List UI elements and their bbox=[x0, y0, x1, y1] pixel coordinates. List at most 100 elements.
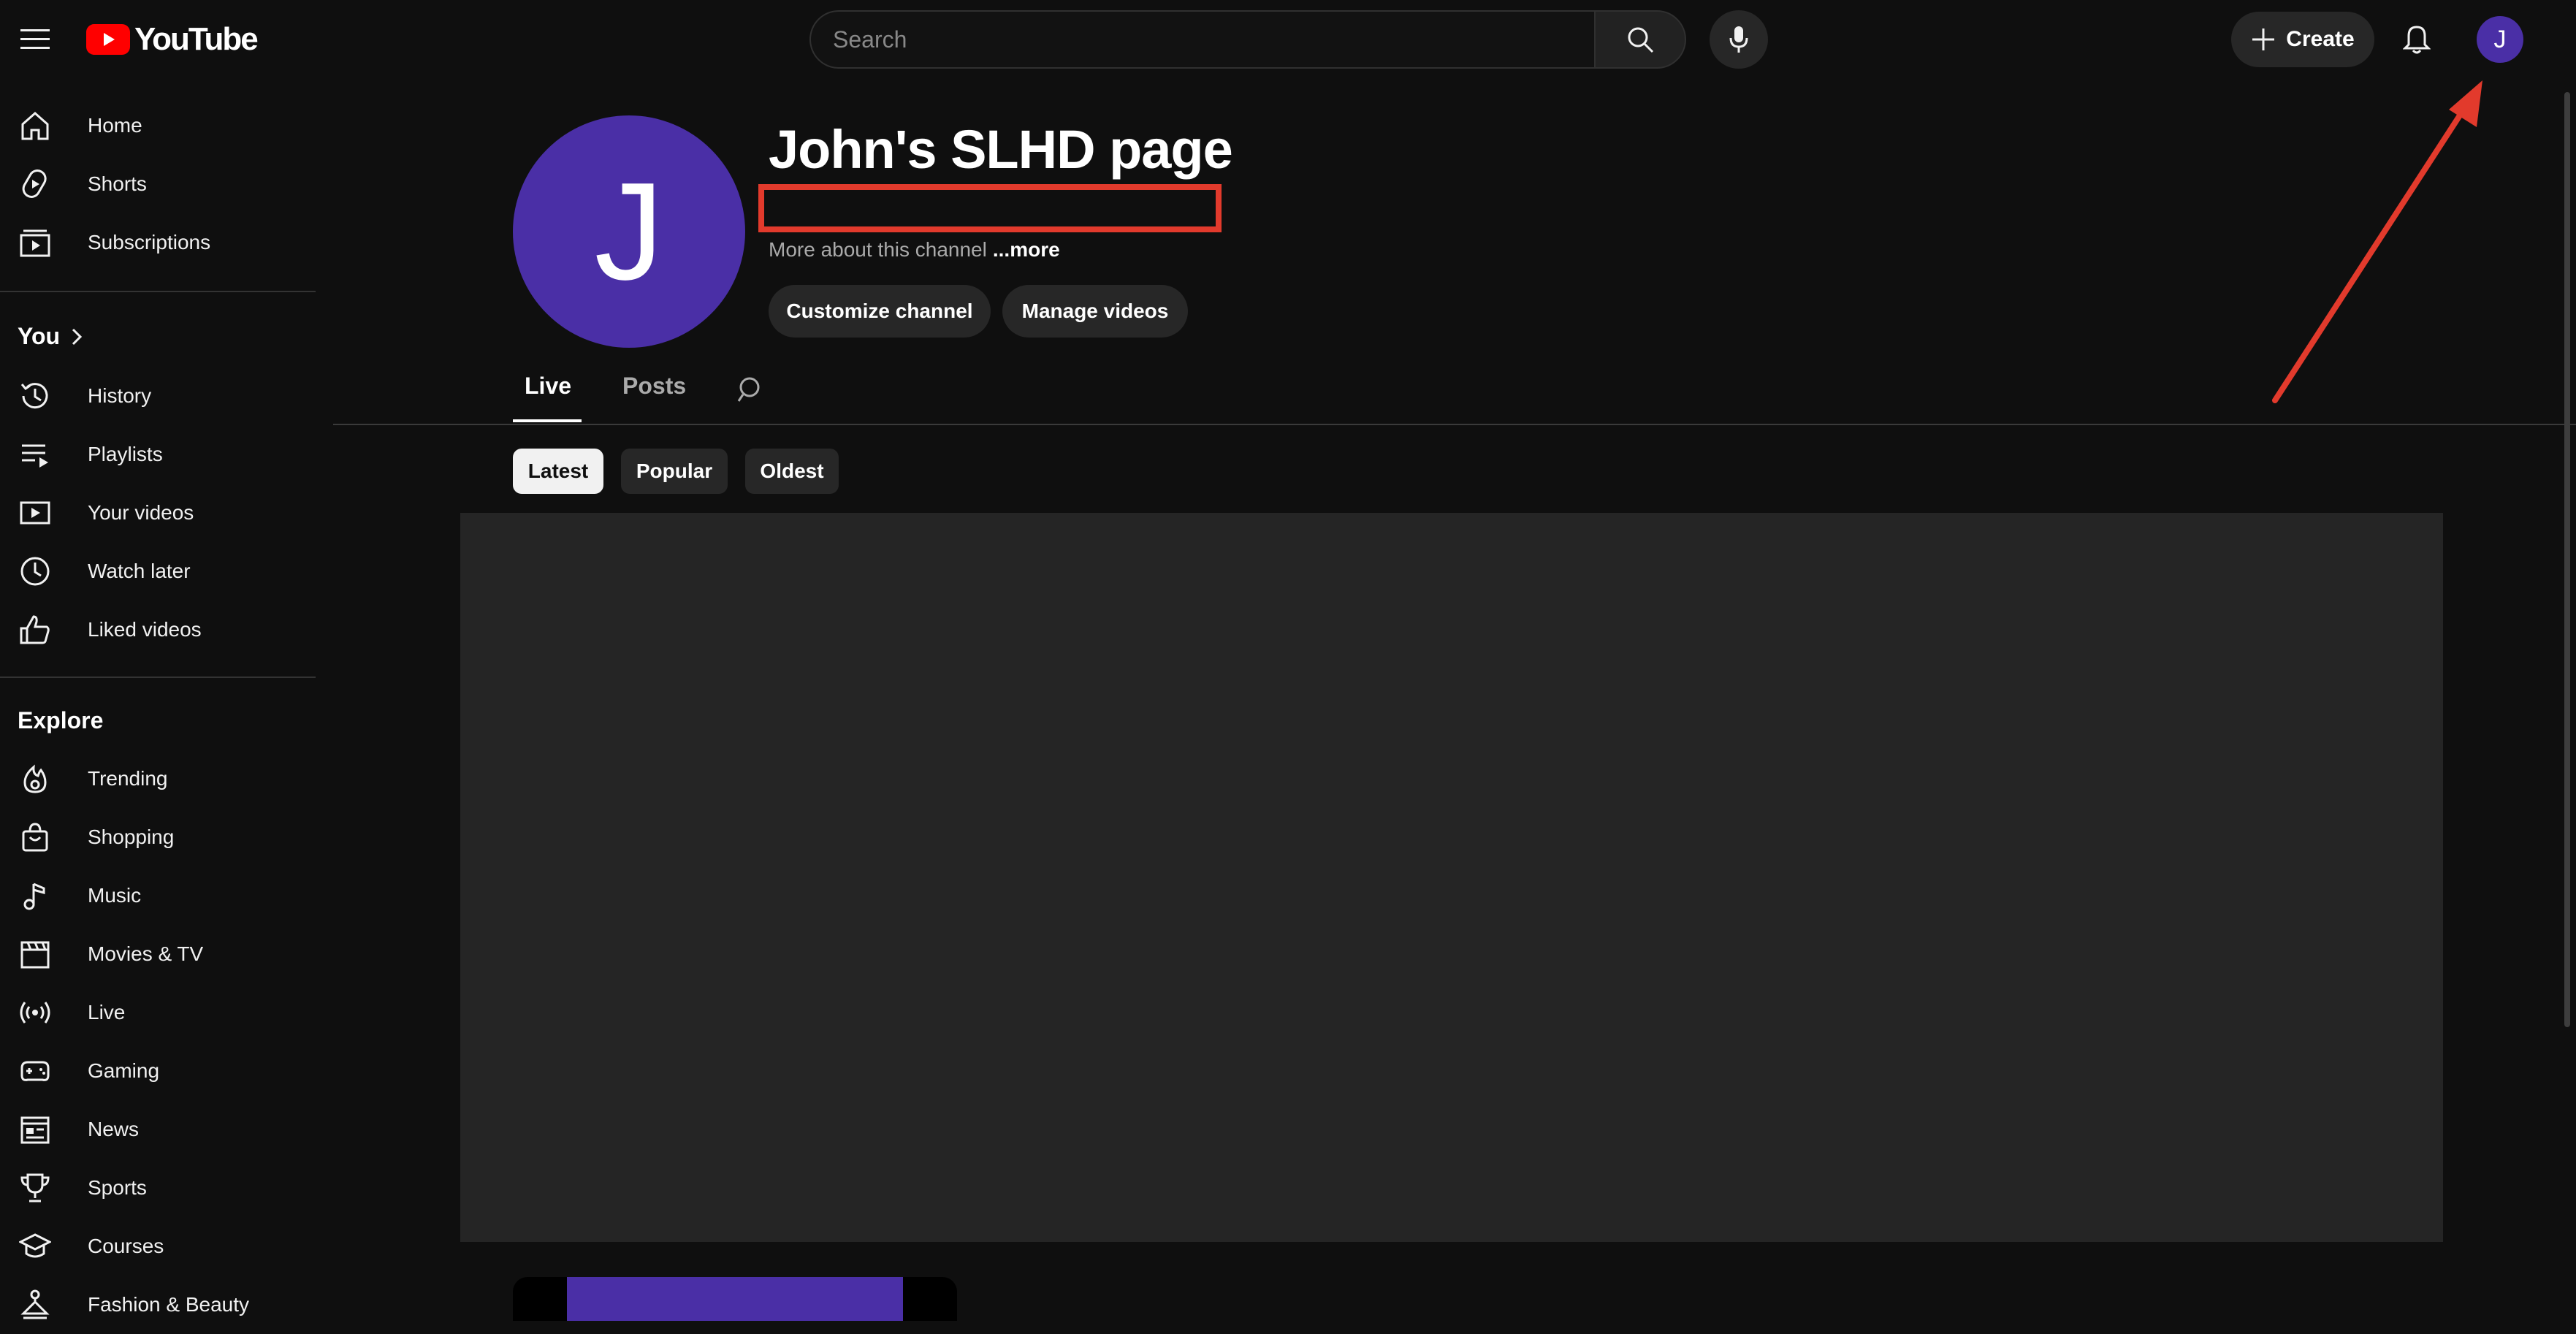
sidebar-item-label: Sports bbox=[88, 1176, 147, 1199]
sidebar-item-label: Shopping bbox=[88, 826, 175, 848]
sidebar-item-label: Playlists bbox=[88, 443, 163, 465]
explore-heading-label: Explore bbox=[18, 707, 104, 733]
you-heading-label: You bbox=[18, 323, 61, 349]
chip-popular[interactable]: Popular bbox=[621, 449, 728, 494]
trending-icon bbox=[18, 761, 53, 796]
live-icon bbox=[18, 995, 53, 1030]
gaming-icon bbox=[18, 1053, 53, 1089]
your-videos-icon bbox=[18, 495, 53, 530]
fashion-icon bbox=[18, 1287, 53, 1322]
sidebar-item-courses[interactable]: Courses bbox=[0, 1217, 316, 1276]
sidebar-item-home[interactable]: Home bbox=[0, 96, 316, 155]
shopping-icon bbox=[18, 820, 53, 855]
sidebar-item-label: Shorts bbox=[88, 172, 147, 195]
video-player-placeholder[interactable] bbox=[460, 513, 2443, 1242]
sidebar-item-label: Watch later bbox=[88, 560, 191, 582]
search-button[interactable] bbox=[1594, 10, 1686, 69]
manage-videos-button[interactable]: Manage videos bbox=[1002, 285, 1188, 338]
music-icon bbox=[18, 878, 53, 913]
sidebar-item-history[interactable]: History bbox=[0, 367, 316, 425]
sidebar-item-news[interactable]: News bbox=[0, 1100, 316, 1159]
more-link[interactable]: ...more bbox=[993, 238, 1060, 261]
channel-avatar[interactable]: J bbox=[513, 115, 745, 348]
explore-section-heading: Explore bbox=[18, 707, 103, 734]
top-bar: YouTube Create J bbox=[0, 0, 2576, 92]
sidebar-item-your-videos[interactable]: Your videos bbox=[0, 484, 316, 542]
channel-search-button[interactable] bbox=[733, 371, 770, 408]
liked-videos-icon bbox=[18, 612, 53, 647]
voice-search-button[interactable] bbox=[1710, 10, 1768, 69]
sidebar-item-subscriptions[interactable]: Subscriptions bbox=[0, 213, 316, 272]
bell-icon bbox=[2403, 24, 2431, 55]
sidebar-item-label: Music bbox=[88, 884, 142, 907]
sidebar-item-label: Liked videos bbox=[88, 618, 202, 641]
sidebar-item-playlists[interactable]: Playlists bbox=[0, 425, 316, 484]
youtube-wordmark: YouTube bbox=[134, 21, 259, 57]
sidebar-item-label: Gaming bbox=[88, 1059, 160, 1082]
sidebar-item-sports[interactable]: Sports bbox=[0, 1159, 316, 1217]
sidebar-item-label: Movies & TV bbox=[88, 942, 204, 965]
sidebar-item-watch-later[interactable]: Watch later bbox=[0, 542, 316, 601]
sidebar-item-liked-videos[interactable]: Liked videos bbox=[0, 601, 316, 659]
sidebar-item-label: History bbox=[88, 384, 152, 407]
channel-description-text: More about this channel bbox=[769, 238, 987, 261]
sidebar: Home Shorts Subscriptions You History Pl… bbox=[0, 92, 316, 1321]
sidebar-divider bbox=[0, 676, 316, 678]
watch-later-icon bbox=[18, 554, 53, 589]
video-thumbnail[interactable] bbox=[513, 1277, 957, 1321]
create-button[interactable]: Create bbox=[2231, 12, 2374, 67]
sports-icon bbox=[18, 1170, 53, 1205]
sidebar-item-shorts[interactable]: Shorts bbox=[0, 155, 316, 213]
tab-live[interactable]: Live bbox=[525, 373, 571, 400]
sidebar-item-shopping[interactable]: Shopping bbox=[0, 808, 316, 866]
sidebar-item-fashion-beauty[interactable]: Fashion & Beauty bbox=[0, 1276, 316, 1334]
sidebar-item-music[interactable]: Music bbox=[0, 866, 316, 925]
home-icon bbox=[18, 108, 53, 143]
notifications-button[interactable] bbox=[2390, 13, 2443, 66]
sidebar-item-label: Home bbox=[88, 114, 142, 137]
sidebar-item-label: News bbox=[88, 1118, 140, 1140]
plus-icon bbox=[2251, 27, 2276, 52]
tabs-divider bbox=[333, 424, 2576, 425]
news-icon bbox=[18, 1112, 53, 1147]
menu-icon[interactable] bbox=[13, 18, 57, 61]
active-tab-indicator bbox=[513, 419, 582, 422]
sidebar-item-label: Trending bbox=[88, 767, 168, 790]
sidebar-item-live[interactable]: Live bbox=[0, 983, 316, 1042]
channel-description[interactable]: More about this channel ...more bbox=[769, 238, 1060, 262]
you-section-heading[interactable]: You bbox=[18, 323, 83, 350]
sidebar-item-label: Fashion & Beauty bbox=[88, 1293, 250, 1316]
chevron-right-icon bbox=[70, 327, 83, 346]
search-icon bbox=[1626, 25, 1655, 54]
history-icon bbox=[18, 378, 53, 413]
search-bar bbox=[809, 10, 1686, 69]
movies-icon bbox=[18, 937, 53, 972]
youtube-logo[interactable]: YouTube bbox=[86, 19, 259, 60]
page-scrollbar[interactable] bbox=[2564, 92, 2570, 1027]
sidebar-item-gaming[interactable]: Gaming bbox=[0, 1042, 316, 1100]
create-label: Create bbox=[2286, 27, 2355, 51]
sidebar-item-trending[interactable]: Trending bbox=[0, 750, 316, 808]
chip-oldest[interactable]: Oldest bbox=[745, 449, 839, 494]
tab-posts[interactable]: Posts bbox=[622, 373, 686, 400]
sidebar-item-label: Live bbox=[88, 1001, 126, 1024]
customize-channel-button[interactable]: Customize channel bbox=[769, 285, 991, 338]
search-input[interactable] bbox=[809, 10, 1594, 69]
sidebar-item-movies-tv[interactable]: Movies & TV bbox=[0, 925, 316, 983]
courses-icon bbox=[18, 1229, 53, 1264]
video-thumbnail-image bbox=[567, 1277, 903, 1321]
chip-latest[interactable]: Latest bbox=[513, 449, 603, 494]
sidebar-item-label: Courses bbox=[88, 1235, 164, 1257]
annotation-highlight-box bbox=[758, 184, 1222, 232]
microphone-icon bbox=[1728, 25, 1750, 54]
sidebar-item-label: Subscriptions bbox=[88, 231, 211, 254]
channel-title: John's SLHD page bbox=[769, 119, 1233, 180]
sidebar-item-label: Your videos bbox=[88, 501, 194, 524]
sidebar-divider bbox=[0, 291, 316, 292]
search-icon bbox=[737, 375, 766, 404]
shorts-icon bbox=[18, 167, 53, 202]
subscriptions-icon bbox=[18, 225, 53, 260]
youtube-play-icon bbox=[86, 24, 130, 55]
account-avatar[interactable]: J bbox=[2477, 16, 2523, 63]
playlists-icon bbox=[18, 437, 53, 472]
